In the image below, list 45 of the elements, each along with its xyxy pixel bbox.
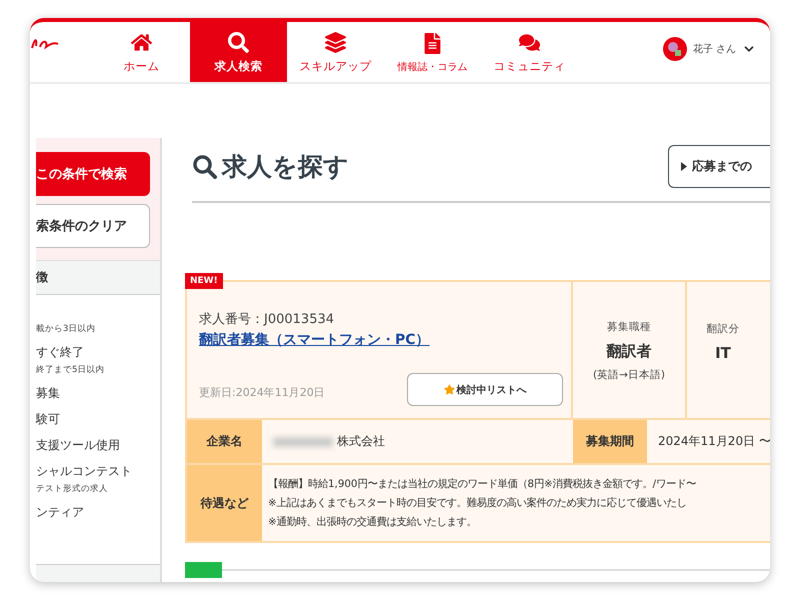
page-title: 求人を探す [222,151,349,183]
layers-icon [325,32,346,53]
filter-option[interactable]: すぐ終了 [36,344,160,361]
tag-marker [185,562,222,578]
filter-option[interactable]: シャルコンテスト [36,463,160,480]
field-label: 待遇など [187,465,262,541]
benefit-text: ※通勤時、出張時の交通費は支給いたします。 [268,515,478,529]
redacted-text [273,436,333,446]
clear-button[interactable]: 索条件のクリア [36,204,150,248]
filter-option[interactable]: 験可 [36,411,160,428]
house-icon [131,32,152,53]
benefit-text: 【報酬】時給1,900円〜または当社の規定のワード単価（8円※消費税抜き金額です。/ワード〜 [268,477,698,491]
attribute-label: 募集職種 [607,320,651,334]
search-icon [192,154,218,180]
new-badge: NEW! [185,273,223,289]
search-button[interactable]: この条件で検索 [36,152,150,196]
attribute-note: (英語→日本語) [593,368,665,382]
nav-tab[interactable]: 求人検索 [190,22,287,82]
flow-button[interactable]: 応募までの [668,145,770,188]
job-number: 求人番号：J00013534 [199,311,336,328]
user-name[interactable]: 花子 さん [692,42,736,56]
updated-date: 更新日:2024年11月20日 [199,385,325,400]
job-title-link[interactable]: 翻訳者募集（スマートフォン・PC） [199,331,430,349]
benefit-text: ※上記はあくまでもスタート時の目安です。難易度の高い案件のため実力に応じて優遇いたし [268,496,688,510]
section-header: 徴 [36,261,160,295]
filter-description: 終了まで5日以内 [36,364,106,376]
field-value: 2024年11月20日 〜 [657,433,770,450]
filter-description: 載から3日以内 [36,323,96,335]
company-name: 株式会社 [337,433,385,450]
filter-option[interactable]: 募集 [36,385,160,402]
chat-bubbles-icon [519,32,540,53]
filter-description: テスト形式の求人 [36,483,109,495]
star-icon [444,384,454,395]
search-icon [228,32,249,53]
triangle-right-icon [681,162,687,171]
filter-option[interactable]: ンティア [36,504,160,521]
attribute-label: 翻訳分 [706,322,740,336]
avatar-icon [662,37,687,61]
field-label: 企業名 [187,420,262,463]
filter-option[interactable]: 支援ツール使用 [36,437,160,454]
attribute-value: IT [715,344,731,362]
watchlist-button[interactable]: 検討中リストへ [407,373,563,406]
attribute-value: 翻訳者 [606,342,652,361]
document-icon [422,32,443,54]
field-label: 募集期間 [573,420,647,463]
